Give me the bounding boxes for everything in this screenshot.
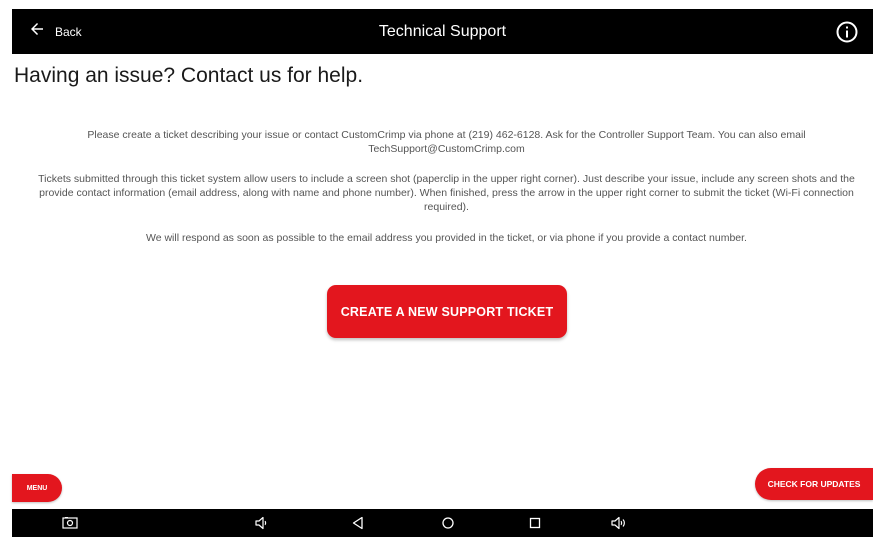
nav-back-icon[interactable] xyxy=(350,515,366,531)
nav-home-icon[interactable] xyxy=(440,515,456,531)
ticket-instructions-paragraph: Tickets submitted through this ticket sy… xyxy=(38,173,855,213)
app-title: Technical Support xyxy=(378,23,507,40)
system-nav-bar xyxy=(12,509,873,537)
screenshot-icon[interactable] xyxy=(62,515,78,531)
info-button[interactable] xyxy=(835,20,859,44)
info-icon xyxy=(835,20,859,44)
menu-button[interactable]: MENU xyxy=(12,474,62,502)
contact-paragraph: Please create a ticket describing your i… xyxy=(87,129,806,155)
page-heading: Having an issue? Contact us for help. xyxy=(14,64,364,87)
volume-up-icon[interactable] xyxy=(610,515,626,531)
check-updates-button[interactable]: CHECK FOR UPDATES xyxy=(755,468,873,500)
create-ticket-button[interactable]: CREATE A NEW SUPPORT TICKET xyxy=(327,285,567,338)
volume-down-icon[interactable] xyxy=(253,515,269,531)
response-paragraph: We will respond as soon as possible to t… xyxy=(146,232,747,244)
screen: Back Technical Support Having an issue? … xyxy=(0,0,873,537)
nav-recents-icon[interactable] xyxy=(527,515,543,531)
app-bar: Back Technical Support xyxy=(12,9,873,54)
